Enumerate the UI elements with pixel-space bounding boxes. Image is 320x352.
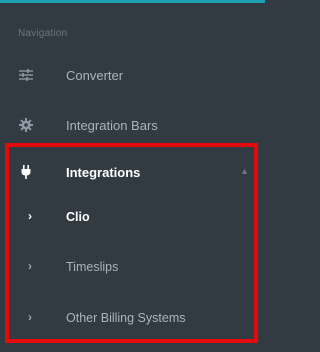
sidebar-item-integrations[interactable]: Integrations ▲ bbox=[0, 150, 265, 194]
sidebar-item-label: Integration Bars bbox=[66, 117, 158, 133]
chevron-right-icon: › bbox=[28, 259, 32, 273]
sidebar: Navigation Converter Integration Bars In… bbox=[0, 0, 265, 352]
sidebar-subitem-clio[interactable]: › Clio bbox=[0, 196, 265, 240]
chevron-right-icon: › bbox=[28, 310, 32, 324]
nav-section-label: Navigation bbox=[18, 28, 68, 39]
sidebar-subitem-label: Other Billing Systems bbox=[66, 311, 186, 325]
top-accent-bar bbox=[0, 0, 265, 3]
sidebar-item-integration-bars[interactable]: Integration Bars bbox=[0, 103, 265, 147]
sidebar-subitem-other-billing-systems[interactable]: › Other Billing Systems bbox=[0, 297, 265, 341]
sidebar-item-converter[interactable]: Converter bbox=[0, 53, 265, 97]
chevron-up-icon: ▲ bbox=[240, 166, 249, 176]
gear-icon bbox=[18, 117, 34, 133]
sidebar-subitem-label: Timeslips bbox=[66, 260, 119, 274]
plug-icon bbox=[18, 164, 34, 180]
sidebar-subitem-label: Clio bbox=[66, 210, 90, 224]
sidebar-item-label: Integrations bbox=[66, 164, 141, 180]
sliders-icon bbox=[18, 67, 34, 83]
sidebar-subitem-timeslips[interactable]: › Timeslips bbox=[0, 246, 265, 290]
sidebar-item-label: Converter bbox=[66, 67, 124, 83]
chevron-right-icon: › bbox=[28, 209, 32, 223]
